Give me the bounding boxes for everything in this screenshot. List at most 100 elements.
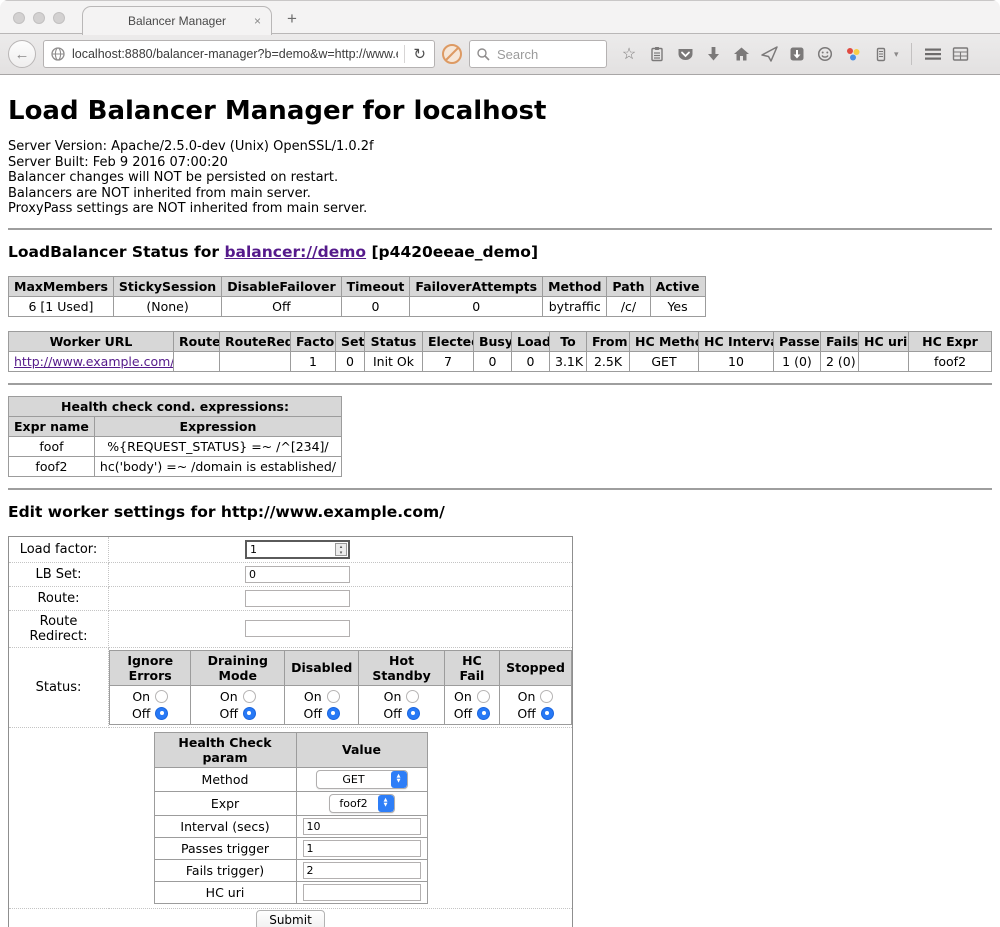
col-route: Route [174, 331, 220, 351]
balancers-note-line: Balancers are NOT inherited from main se… [8, 186, 992, 202]
draining-mode-on-radio[interactable] [243, 690, 256, 703]
off-label: Off [304, 705, 322, 722]
extension-download-icon[interactable] [788, 45, 806, 63]
back-button[interactable]: ← [8, 40, 36, 68]
server-info: Server Version: Apache/2.5.0-dev (Unix) … [8, 139, 992, 217]
window-minimize-icon[interactable] [33, 12, 45, 24]
col-maxmembers: MaxMembers [9, 276, 114, 296]
route-label: Route: [9, 586, 109, 610]
status-cell-draining-mode: On Off [191, 685, 285, 724]
col-hc-interval: HC Interval [699, 331, 774, 351]
cell-to: 3.1K [550, 351, 587, 371]
proxypass-note-line: ProxyPass settings are NOT inherited fro… [8, 201, 992, 217]
off-label: Off [132, 705, 150, 722]
interval-input[interactable] [303, 818, 421, 835]
col-timeout: Timeout [341, 276, 410, 296]
tab-balancer-manager[interactable]: Balancer Manager × [82, 6, 272, 35]
col-stopped: Stopped [500, 650, 572, 685]
edit-worker-heading: Edit worker settings for http://www.exam… [8, 503, 992, 521]
ignore-errors-off-radio[interactable] [155, 707, 168, 720]
form-row-load-factor: Load factor: ▴▾ [9, 536, 573, 562]
fails-input[interactable] [303, 862, 421, 879]
server-built-line: Server Built: Feb 9 2016 07:00:20 [8, 155, 992, 171]
cell-hc-interval: 10 [699, 351, 774, 371]
menu-hamburger-icon[interactable] [924, 45, 942, 63]
stopped-off-radio[interactable] [541, 707, 554, 720]
stopped-on-radio[interactable] [540, 690, 553, 703]
browser-window: Balancer Manager × + ← localhost:8880/ba… [0, 0, 1000, 927]
col-passes: Passes [774, 331, 821, 351]
cell-elected: 7 [423, 351, 474, 371]
form-row-health-check: Health Check param Value Method GET ▲▼ [9, 727, 573, 908]
expr-label: Expr [154, 791, 296, 815]
container-battery-icon[interactable] [872, 45, 890, 63]
form-row-lb-set: LB Set: [9, 562, 573, 586]
form-row-route-redirect: Route Redirect: [9, 610, 573, 647]
ignore-errors-on-radio[interactable] [155, 690, 168, 703]
new-tab-button[interactable]: + [287, 9, 297, 29]
tab-close-icon[interactable]: × [254, 14, 261, 28]
window-zoom-icon[interactable] [53, 12, 65, 24]
bookmark-star-icon[interactable]: ☆ [620, 45, 638, 63]
route-redirect-input[interactable] [245, 620, 350, 637]
disabled-off-radio[interactable] [327, 707, 340, 720]
chevron-down-icon[interactable]: ▾ [894, 49, 899, 60]
col-fails: Fails [821, 331, 859, 351]
hot-standby-on-radio[interactable] [406, 690, 419, 703]
col-ignore-errors: Ignore Errors [110, 650, 191, 685]
cell-expression: %{REQUEST_STATUS} =~ /^[234]/ [94, 436, 341, 456]
col-set: Set [336, 331, 365, 351]
balancer-demo-link[interactable]: balancer://demo [224, 243, 366, 261]
balancer-row: 6 [1 Used] (None) Off 0 0 bytraffic /c/ … [9, 296, 706, 316]
send-icon[interactable] [760, 45, 778, 63]
on-label: On [384, 688, 402, 705]
col-draining-mode: Draining Mode [191, 650, 285, 685]
clipboard-icon[interactable] [648, 45, 666, 63]
home-icon[interactable] [732, 45, 750, 63]
worker-url-link[interactable]: http://www.example.com/ [14, 354, 174, 369]
hc-fail-off-radio[interactable] [477, 707, 490, 720]
balancer-heading-suffix: [p4420eeae_demo] [366, 243, 538, 261]
expr-select[interactable]: foof2 ▲▼ [329, 794, 395, 813]
cell-status: Init Ok [365, 351, 423, 371]
reload-icon[interactable]: ↻ [411, 45, 428, 63]
cell-failoverattempts: 0 [410, 296, 543, 316]
search-bar[interactable] [469, 40, 607, 68]
cell-from: 2.5K [587, 351, 630, 371]
url-text[interactable]: localhost:8880/balancer-manager?b=demo&w… [72, 47, 398, 61]
cell-route [174, 351, 220, 371]
cell-expr-name: foof2 [9, 456, 95, 476]
downloads-icon[interactable] [704, 45, 722, 63]
cell-expr-name: foof [9, 436, 95, 456]
submit-button[interactable]: Submit [256, 910, 325, 927]
col-factor: Factor [291, 331, 336, 351]
disabled-on-radio[interactable] [327, 690, 340, 703]
lb-set-label: LB Set: [9, 562, 109, 586]
chat-smiley-icon[interactable] [816, 45, 834, 63]
news-grid-icon[interactable] [952, 45, 970, 63]
hc-uri-input[interactable] [303, 884, 421, 901]
hot-standby-off-radio[interactable] [407, 707, 420, 720]
window-close-icon[interactable] [13, 12, 25, 24]
content-blocked-icon[interactable] [442, 44, 462, 64]
select-stepper-icon: ▲▼ [391, 771, 407, 788]
divider [8, 488, 992, 490]
url-bar[interactable]: localhost:8880/balancer-manager?b=demo&w… [43, 40, 435, 68]
search-input[interactable] [495, 46, 595, 63]
passes-input[interactable] [303, 840, 421, 857]
method-select[interactable]: GET ▲▼ [316, 770, 408, 789]
method-label: Method [154, 767, 296, 791]
col-from: From [587, 331, 630, 351]
hc-row-method: Method GET ▲▼ [154, 767, 427, 791]
divider [8, 228, 992, 230]
lb-set-input[interactable] [245, 566, 350, 583]
off-label: Off [220, 705, 238, 722]
colored-dots-extension-icon[interactable] [844, 45, 862, 63]
status-label: Status: [9, 647, 109, 727]
hc-fail-on-radio[interactable] [477, 690, 490, 703]
route-input[interactable] [245, 590, 350, 607]
passes-label: Passes trigger [154, 837, 296, 859]
pocket-icon[interactable] [676, 45, 694, 63]
draining-mode-off-radio[interactable] [243, 707, 256, 720]
number-spinner-icon[interactable]: ▴▾ [335, 543, 347, 556]
